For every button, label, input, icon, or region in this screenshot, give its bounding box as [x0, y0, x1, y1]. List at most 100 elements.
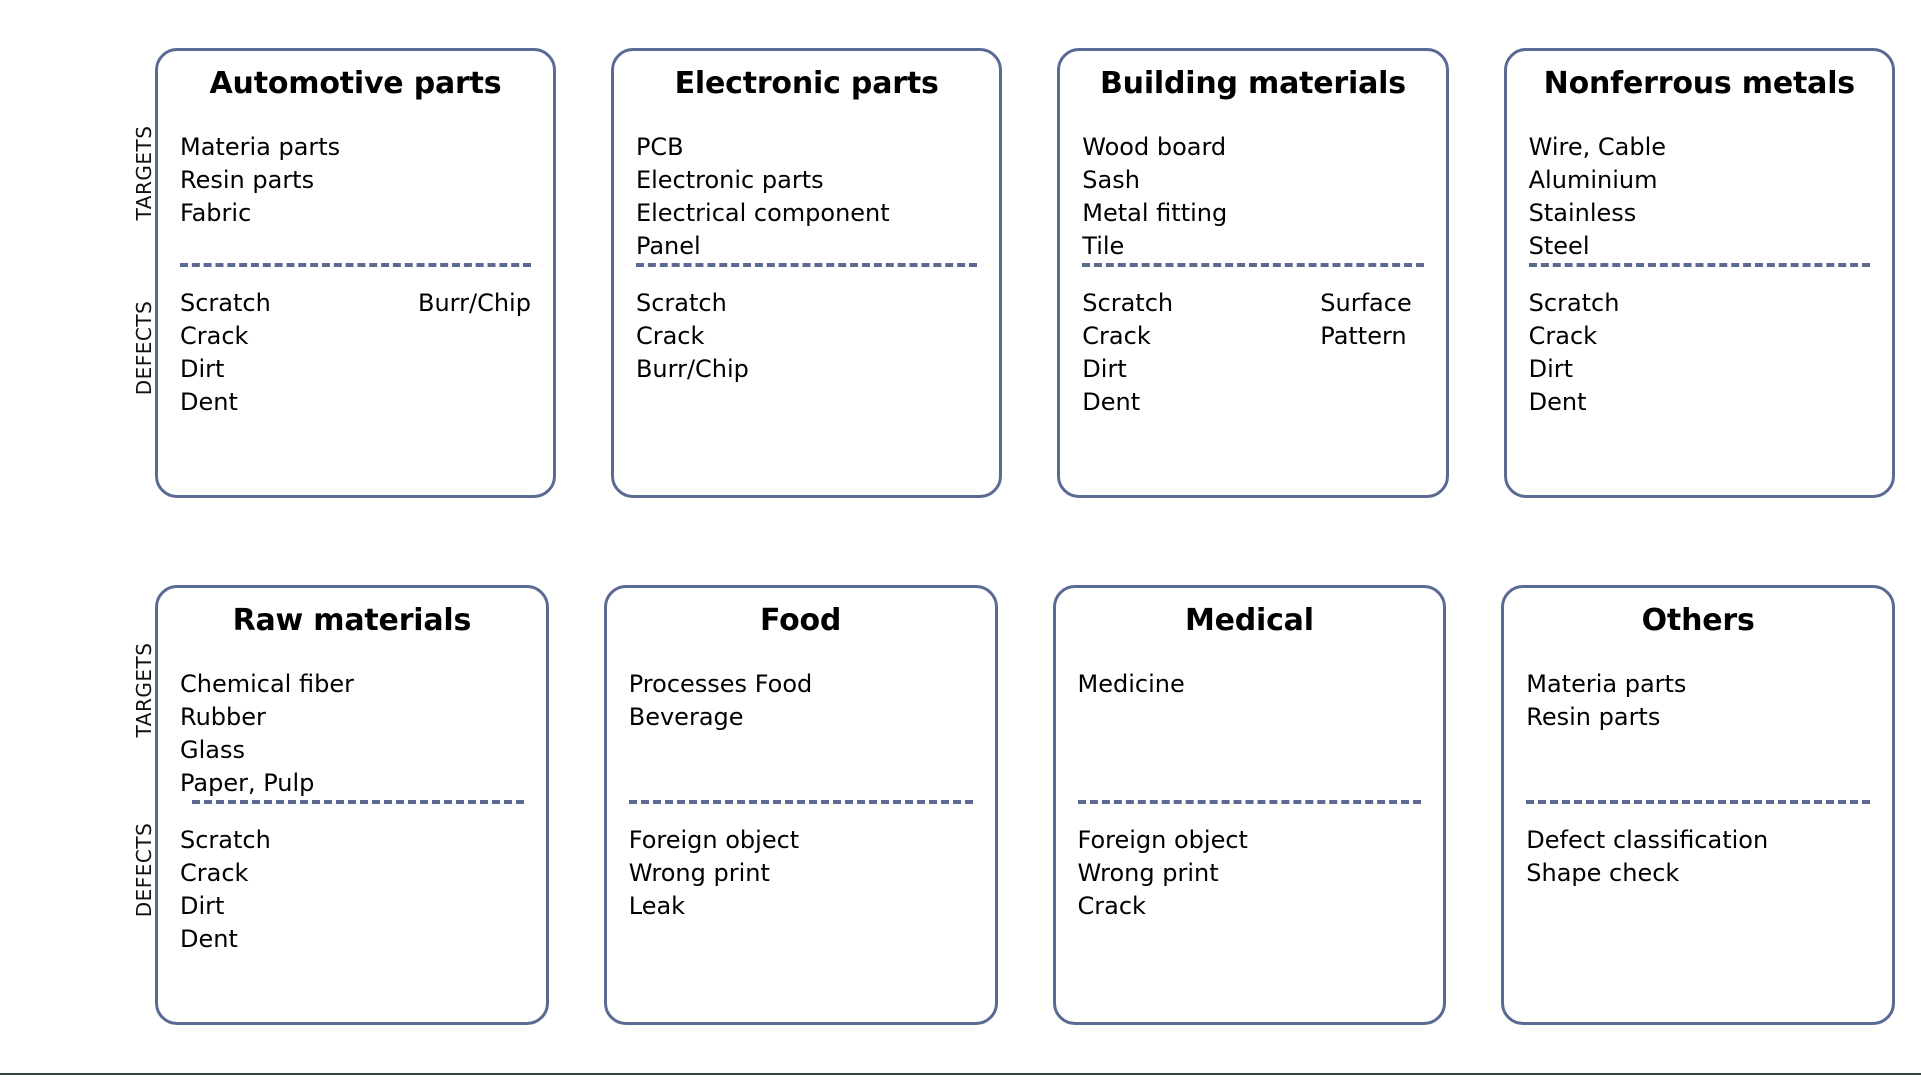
- item-label: Sash: [1082, 165, 1140, 194]
- category-card-nonferrous-metals[interactable]: Nonferrous metals Wire, Cable Aluminium …: [1503, 48, 1895, 498]
- list-item: Foreign object: [1078, 824, 1422, 857]
- category-card-electronic-parts[interactable]: Electronic parts PCB Electronic parts El…: [610, 48, 1003, 498]
- defects-list: Scratch Crack Dirt Dent: [180, 824, 524, 956]
- category-card-medical[interactable]: Medical Medicine Foreign object Wrong pr…: [1052, 585, 1447, 1025]
- axis-label-targets-text: TARGETS: [132, 125, 156, 221]
- list-item: Dirt: [180, 890, 524, 923]
- list-item: Scratch: [1529, 287, 1870, 320]
- item-label: Processes Food: [628, 669, 813, 698]
- item-label: Electrical component: [635, 198, 890, 227]
- row-1-cards: Automotive parts Materia parts Resin par…: [155, 48, 1895, 498]
- item-label: Foreign object: [628, 825, 800, 854]
- item-label: Steel: [1528, 231, 1590, 260]
- item-label: Wire, Cable: [1528, 132, 1667, 161]
- targets-list: Wire, Cable Aluminium Stainless Steel: [1529, 131, 1870, 263]
- item-label: Wrong print: [628, 858, 770, 887]
- item-label: Fabric: [180, 198, 252, 227]
- item-label: Burr/Chip: [635, 354, 749, 383]
- item-label-secondary: Burr/Chip: [418, 288, 531, 317]
- category-card-others[interactable]: Others Materia parts Resin parts Defect …: [1501, 585, 1895, 1025]
- defects-section: Foreign object Wrong print Leak: [629, 804, 973, 923]
- list-item: Wire, Cable: [1529, 131, 1870, 164]
- item-label: PCB: [635, 132, 684, 161]
- list-item: Materia parts: [180, 131, 531, 164]
- axis-label-targets-text: TARGETS: [132, 642, 156, 738]
- card-title: Building materials: [1100, 66, 1406, 101]
- card-title: Raw materials: [232, 603, 472, 638]
- card-row-1: TARGETS DEFECTS Automotive parts Materia…: [0, 48, 1921, 498]
- item-label: Dirt: [1528, 354, 1574, 383]
- list-item: Metal fitting: [1082, 197, 1423, 230]
- list-item: Fabric: [180, 197, 531, 230]
- item-label: Materia parts: [1526, 669, 1687, 698]
- list-item: Processes Food: [629, 668, 973, 701]
- list-item: Dent: [1082, 386, 1423, 419]
- item-label: Defect classification: [1526, 825, 1769, 854]
- targets-section: Medicine: [1078, 646, 1422, 800]
- row-2-axis-labels: TARGETS DEFECTS: [112, 585, 156, 1025]
- item-label: Foreign object: [1077, 825, 1248, 854]
- defects-section: Scratch Crack Dirt Dent: [1529, 267, 1870, 419]
- defects-section: Scratch Crack Burr/Chip: [636, 267, 977, 386]
- item-label: Paper, Pulp: [180, 768, 315, 797]
- list-item: Crack: [636, 320, 977, 353]
- item-label: Materia parts: [180, 132, 341, 161]
- item-label: Dent: [180, 924, 238, 953]
- targets-section: Wire, Cable Aluminium Stainless Steel: [1529, 109, 1870, 263]
- list-item: Electronic parts: [636, 164, 977, 197]
- item-label: Dirt: [180, 891, 225, 920]
- list-item: Dent: [180, 923, 524, 956]
- item-label: Dent: [180, 387, 238, 416]
- list-item: Rubber: [180, 701, 524, 734]
- list-item: Crack Pattern: [1082, 320, 1423, 353]
- item-label: Crack: [1077, 891, 1146, 920]
- targets-list: Materia parts Resin parts: [1526, 668, 1870, 734]
- category-card-building-materials[interactable]: Building materials Wood board Sash Metal…: [1057, 48, 1449, 498]
- item-label: Stainless: [1528, 198, 1637, 227]
- defects-section: Scratch Surface Crack Pattern Dirt Dent: [1082, 267, 1423, 419]
- list-item: Wrong print: [1078, 857, 1422, 890]
- list-item: Crack: [1529, 320, 1870, 353]
- list-item: Glass: [180, 734, 524, 767]
- defects-list: Defect classification Shape check: [1526, 824, 1870, 890]
- list-item: Crack: [180, 857, 524, 890]
- targets-section: Chemical fiber Rubber Glass Paper, Pulp: [180, 646, 524, 800]
- item-label: Crack: [180, 858, 249, 887]
- list-item: Crack: [1078, 890, 1422, 923]
- item-label: Chemical fiber: [180, 669, 354, 698]
- item-label: Scratch: [180, 825, 271, 854]
- axis-label-defects-text: DEFECTS: [132, 300, 156, 396]
- targets-section: Materia parts Resin parts Fabric: [180, 109, 531, 263]
- category-card-raw-materials[interactable]: Raw materials Chemical fiber Rubber Glas…: [155, 585, 549, 1025]
- list-item: Leak: [629, 890, 973, 923]
- category-card-automotive-parts[interactable]: Automotive parts Materia parts Resin par…: [155, 48, 556, 498]
- list-item: Burr/Chip: [636, 353, 977, 386]
- list-item: Defect classification: [1526, 824, 1870, 857]
- card-title: Electronic parts: [674, 66, 939, 101]
- item-label: Metal fitting: [1082, 198, 1228, 227]
- list-item: Aluminium: [1529, 164, 1870, 197]
- item-label: Beverage: [628, 702, 744, 731]
- targets-list: Chemical fiber Rubber Glass Paper, Pulp: [180, 668, 524, 800]
- defects-section: Defect classification Shape check: [1526, 804, 1870, 890]
- targets-list: Processes Food Beverage: [629, 668, 973, 734]
- item-label-secondary: Pattern: [1320, 321, 1407, 350]
- item-label: Tile: [1082, 231, 1125, 260]
- list-item: Chemical fiber: [180, 668, 524, 701]
- targets-list: Materia parts Resin parts Fabric: [180, 131, 531, 230]
- item-label: Scratch: [635, 288, 727, 317]
- list-item: Electrical component: [636, 197, 977, 230]
- item-label: Dent: [1082, 387, 1141, 416]
- list-item: Tile: [1082, 230, 1423, 263]
- list-item: Foreign object: [629, 824, 973, 857]
- item-label: Dirt: [1082, 354, 1127, 383]
- list-item: Dirt: [180, 353, 531, 386]
- item-label: Shape check: [1526, 858, 1680, 887]
- item-label: Dirt: [180, 354, 225, 383]
- list-item: Resin parts: [1526, 701, 1870, 734]
- item-label: Crack: [635, 321, 705, 350]
- card-title: Medical: [1184, 603, 1314, 638]
- category-card-food[interactable]: Food Processes Food Beverage Foreign obj…: [603, 585, 998, 1025]
- item-label: Crack: [180, 321, 249, 350]
- row-2-cards: Raw materials Chemical fiber Rubber Glas…: [155, 585, 1895, 1025]
